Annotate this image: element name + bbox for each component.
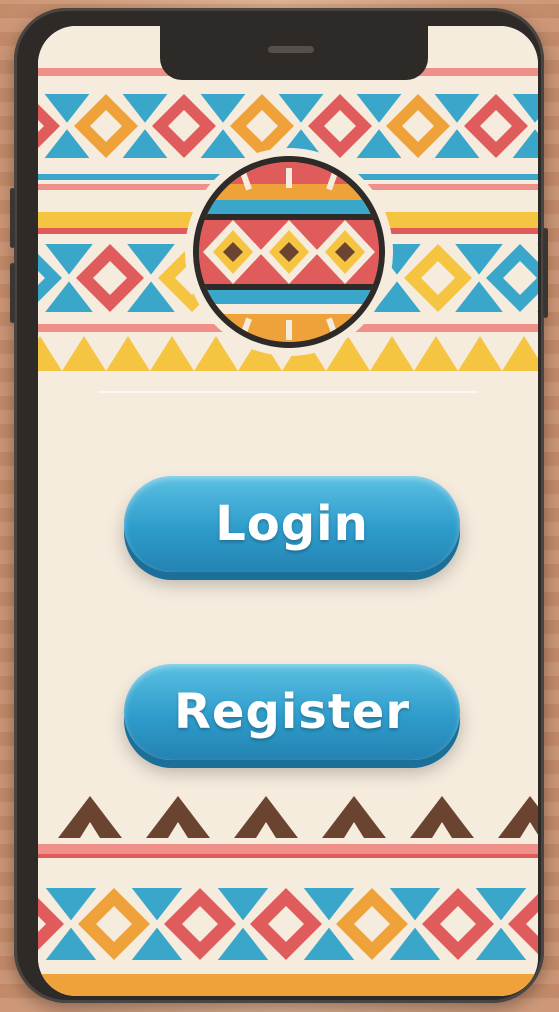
pattern-shape (38, 974, 538, 996)
login-button-label: Login (215, 496, 369, 552)
bottom-tribal-pattern (38, 796, 538, 996)
phone-frame: Login Register (10, 8, 548, 1003)
volume-button (10, 188, 15, 248)
app-screen: Login Register (38, 26, 538, 996)
power-button (543, 228, 548, 318)
register-button-label: Register (173, 684, 411, 740)
login-button[interactable]: Login (124, 476, 460, 572)
tribal-pattern-emblem-icon (185, 148, 393, 356)
speaker-grille (268, 46, 314, 53)
divider (98, 391, 478, 393)
volume-button (10, 263, 15, 323)
register-button[interactable]: Register (124, 664, 460, 760)
phone-notch (160, 26, 428, 80)
